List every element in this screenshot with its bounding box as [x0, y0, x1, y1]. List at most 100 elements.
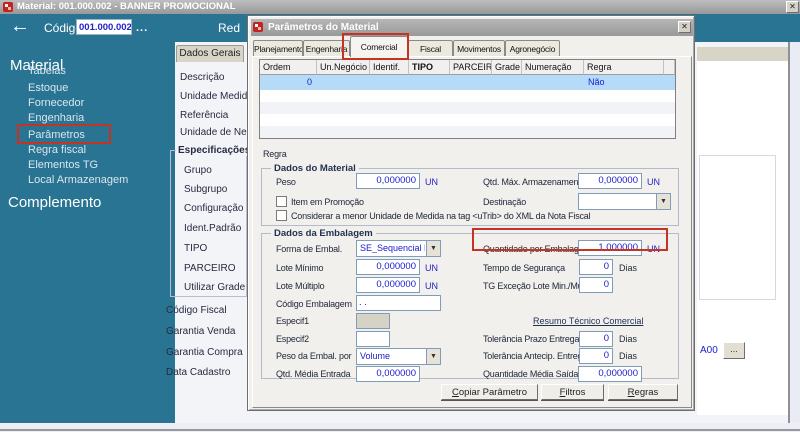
grid-cell-ordem: 0 [306, 77, 312, 87]
form-label-unidade-medida: Unidade Medida [180, 91, 253, 102]
tolerancia-antecip-input[interactable]: 0 [579, 348, 613, 364]
sidebar-item-elementos-tg[interactable]: Elementos TG [28, 159, 98, 171]
grid-col-identif[interactable]: Identif. [370, 60, 409, 75]
lote-minimo-label: Lote Mínimo [276, 263, 324, 273]
qtd-media-saida-input[interactable]: 0,000000 [578, 366, 642, 382]
form-label-ident-padrao: Ident.Padrão [184, 223, 242, 234]
dialog-titlebar[interactable]: Parâmetros do Material ✕ [251, 19, 693, 36]
form-right-strip [697, 47, 788, 61]
peso-input[interactable]: 0,000000 [356, 173, 420, 189]
grid-col-regra[interactable]: Regra [584, 60, 664, 75]
form-label-tipo: TIPO [184, 243, 208, 254]
sidebar-item-regra-fiscal[interactable]: Regra fiscal [28, 144, 86, 156]
sidebar-item-engenharia[interactable]: Engenharia [28, 112, 84, 124]
form-label-grupo: Grupo [184, 165, 212, 176]
regras-button[interactable]: Regras [608, 384, 678, 400]
tab-fiscal[interactable]: Fiscal [408, 40, 453, 57]
dropdown-arrow-icon[interactable]: ▼ [426, 241, 440, 256]
grid-col-tipo[interactable]: TIPO [409, 60, 450, 75]
item-promocao-checkbox[interactable] [276, 196, 287, 207]
qtd-max-input[interactable]: 0,000000 [578, 173, 642, 189]
especif1-input [356, 313, 390, 329]
filtros-button[interactable]: Filtros [541, 384, 604, 400]
sidebar-item-parametros[interactable]: Parâmetros [28, 129, 85, 141]
app-window: Material: 001.000.002 - BANNER PROMOCION… [0, 0, 800, 432]
form-group-especificacoes: Especificações [176, 145, 253, 156]
forma-embal-label: Forma de Embal. [276, 244, 343, 254]
dialog-close-button[interactable]: ✕ [678, 21, 691, 33]
codigo-embalagem-input[interactable]: . . [356, 295, 441, 311]
header-partial-text: Red [218, 21, 241, 35]
window-close-button[interactable]: ✕ [786, 1, 799, 13]
peso-embal-por-label: Peso da Embal. por [276, 351, 352, 361]
tab-agronegocio[interactable]: Agronegócio [505, 40, 560, 57]
grid-col-un-negocio[interactable]: Un.Negócio [317, 60, 370, 75]
tab-engenharia[interactable]: Engenharia [303, 40, 350, 57]
form-label-codigo-fiscal: Código Fiscal [166, 305, 227, 316]
form-right-lookup-button[interactable]: ... [723, 342, 745, 359]
resumo-tecnico-link[interactable]: Resumo Técnico Comercial [533, 316, 643, 326]
sidebar-item-local-armazenagem[interactable]: Local Armazenagem [28, 174, 128, 186]
tolerancia-prazo-unit: Dias [619, 334, 638, 344]
sidebar-item-fornecedor[interactable]: Fornecedor [28, 97, 84, 109]
window-bottom-edge [0, 429, 800, 431]
dropdown-arrow-icon[interactable]: ▼ [426, 349, 440, 364]
forma-embal-combo[interactable]: SE_Sequencial Pedido ▼ [356, 240, 441, 257]
form-label-configuracao: Configuração [184, 203, 244, 214]
tolerancia-antecip-label: Tolerância Antecip. Entrega [483, 351, 588, 361]
peso-embal-por-combo[interactable]: Volume ▼ [356, 348, 441, 365]
sidebar-item-tabelas[interactable]: Tabelas [28, 65, 66, 77]
tempo-seguranca-unit: Dias [619, 263, 638, 273]
considerar-checkbox[interactable] [276, 210, 287, 221]
grid-col-parceiro[interactable]: PARCEIRO [450, 60, 492, 75]
grid-col-numeracao[interactable]: Numeração [522, 60, 584, 75]
qtd-embalagem-unit: UN [647, 244, 660, 254]
form-label-utilizar-grade: Utilizar Grade [184, 282, 246, 293]
tab-planejamento[interactable]: Planejamento [253, 40, 303, 57]
dialog-title: Parâmetros do Material [268, 22, 379, 33]
qtd-embalagem-input[interactable]: 1,000000 [578, 240, 642, 256]
tempo-seguranca-input[interactable]: 0 [579, 259, 613, 275]
group-dados-embalagem-title: Dados da Embalagem [271, 228, 376, 239]
item-promocao-label: Item em Promoção [291, 197, 364, 207]
tg-excecao-input[interactable]: 0 [579, 277, 613, 293]
dialog-parametros-material: Parâmetros do Material ✕ Planejamento En… [247, 15, 695, 411]
tolerancia-prazo-input[interactable]: 0 [579, 331, 613, 347]
codigo-lookup-button[interactable]: ... [136, 22, 148, 34]
tg-excecao-label: TG Exceção Lote Min./Múlt. [483, 281, 589, 291]
window-right-edge [788, 42, 790, 423]
qtd-max-unit: UN [647, 177, 660, 187]
especif1-label: Especif1 [276, 316, 309, 326]
dropdown-arrow-icon[interactable]: ▼ [656, 194, 670, 209]
form-label-descricao: Descrição [180, 72, 225, 83]
window-titlebar: Material: 001.000.002 - BANNER PROMOCION… [0, 0, 800, 14]
copiar-parametro-button[interactable]: Copiar Parâmetro [441, 384, 538, 400]
tab-comercial[interactable]: Comercial [350, 36, 408, 57]
dialog-icon [253, 22, 263, 32]
destinacao-combo[interactable]: ▼ [578, 193, 671, 210]
peso-unit: UN [425, 177, 438, 187]
back-arrow-icon[interactable]: ← [10, 15, 30, 37]
grid-col-ordem[interactable]: Ordem [260, 60, 317, 75]
qtd-media-entrada-input[interactable]: 0,000000 [356, 366, 420, 382]
grid-selected-row[interactable]: 0 Não [260, 75, 675, 90]
form-right-value: A00 [700, 345, 718, 356]
destinacao-label: Destinação [483, 197, 527, 207]
form-label-data-cadastro: Data Cadastro [166, 367, 231, 378]
app-icon [3, 2, 13, 12]
tab-movimentos[interactable]: Movimentos [453, 40, 505, 57]
lote-multiplo-input[interactable]: 0,000000 [356, 277, 420, 293]
form-label-garantia-venda: Garantia Venda [166, 326, 236, 337]
sidebar-section-complemento: Complemento [8, 194, 102, 211]
sidebar-item-estoque[interactable]: Estoque [28, 82, 68, 94]
grid-col-grade[interactable]: Grade [492, 60, 522, 75]
qtd-embalagem-label: Quantidade por Embalagem [483, 244, 591, 254]
codigo-input[interactable]: 001.000.002 [76, 19, 132, 35]
lote-minimo-input[interactable]: 0,000000 [356, 259, 420, 275]
parametros-grid: Ordem Un.Negócio Identif. TIPO PARCEIRO … [259, 59, 676, 139]
form-label-parceiro: PARCEIRO [184, 263, 236, 274]
form-label-referencia: Referência [180, 110, 229, 121]
tab-dados-gerais[interactable]: Dados Gerais [176, 45, 244, 62]
tolerancia-antecip-unit: Dias [619, 351, 638, 361]
especif2-input[interactable] [356, 331, 390, 347]
